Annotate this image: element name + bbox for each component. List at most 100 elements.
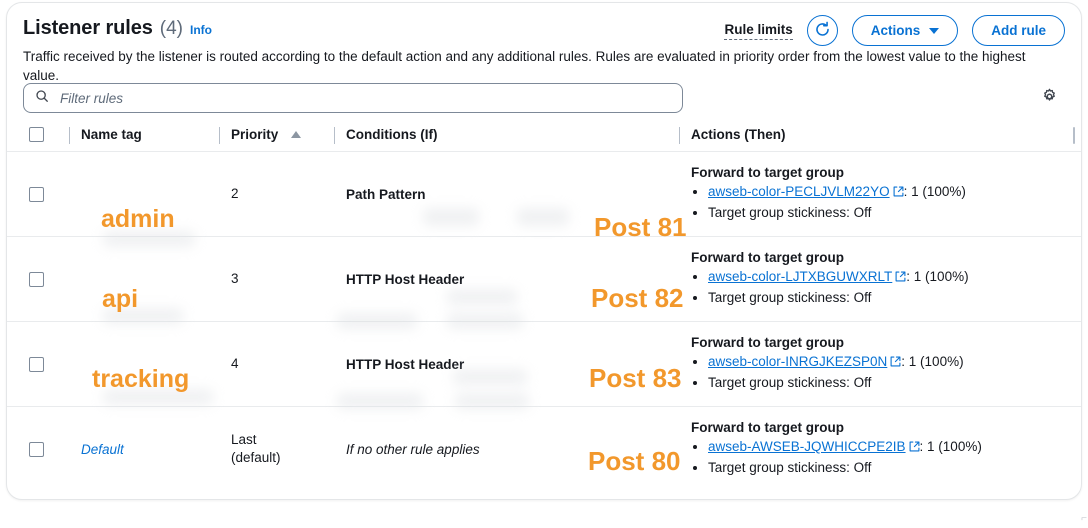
target-group-link[interactable]: awseb-color-INRGJKEZSP0N [708,354,887,369]
action-list: awseb-color-PECLJVLM22YO : 1 (100%) Targe… [691,182,1081,223]
cell-priority: 2 [231,151,346,237]
add-rule-button[interactable]: Add rule [972,15,1065,46]
target-group-link[interactable]: awseb-AWSEB-JQWHICCPE2IB [708,439,906,454]
column-header-actions[interactable]: Actions (Then) [679,127,1081,152]
column-divider [69,127,70,144]
actions-button-label: Actions [870,23,921,38]
row-select-cell [7,407,81,492]
action-title: Forward to target group [691,420,844,435]
actions-button[interactable]: Actions [851,15,959,46]
search-input[interactable] [58,89,671,107]
row-select-cell [7,321,81,407]
cell-name-tag: Default [81,407,231,492]
info-link[interactable]: Info [190,23,212,37]
cell-conditions: If no other rule applies [346,407,691,492]
screen: Listener rules (4) Info Traffic received… [0,0,1088,528]
target-weight: : 1 (100%) [919,439,982,454]
column-header-actions-label: Actions (Then) [691,127,786,142]
preferences-gear-icon[interactable] [1039,86,1059,106]
column-header-conditions-label: Conditions (If) [346,127,438,142]
table-row: tracking 4 HTTP Host Header Forward to t… [7,321,1081,407]
target-group-link[interactable]: awseb-color-LJTXBGUWXRLT [708,269,892,284]
row-checkbox[interactable] [29,441,44,457]
external-link-icon [890,353,901,373]
cell-conditions: Path Pattern [346,151,691,237]
priority-value: 3 [231,271,239,286]
rule-limits-link[interactable]: Rule limits [724,22,793,40]
action-stickiness-item: Target group stickiness: Off [708,288,1081,308]
priority-value: 4 [231,356,239,371]
action-target-group-item: awseb-AWSEB-JQWHICCPE2IB : 1 (100%) [708,437,1081,458]
column-header-priority-label: Priority [231,127,279,142]
row-select-cell [7,236,81,322]
cell-conditions: HTTP Host Header [346,236,691,322]
cell-actions: Forward to target group awseb-color-PECL… [691,151,1081,237]
table-row: api 3 HTTP Host Header Forward to target… [7,236,1081,322]
column-divider [334,127,335,144]
conditions-value: HTTP Host Header [346,271,465,287]
cell-actions: Forward to target group awseb-color-INRG… [691,321,1081,407]
cell-priority: 3 [231,236,346,322]
action-stickiness-item: Target group stickiness: Off [708,373,1081,393]
table-head: Name tag Priority Conditions (If) Action… [7,127,1081,152]
sort-ascending-icon [291,131,302,138]
conditions-value: If no other rule applies [346,441,480,457]
table-row: Default Last (default) If no other rule … [7,407,1081,492]
action-stickiness-item: Target group stickiness: Off [708,203,1081,223]
row-select-cell [7,151,81,237]
row-checkbox[interactable] [29,356,44,372]
column-header-name-tag-label: Name tag [81,127,142,142]
cell-priority: Last (default) [231,407,346,492]
column-header-name-tag[interactable]: Name tag [69,127,231,152]
cell-actions: Forward to target group awseb-color-LJTX… [691,236,1081,322]
column-resize-handle[interactable] [1073,127,1075,144]
chevron-down-icon [929,27,940,34]
cell-name-tag: admin [81,151,231,237]
conditions-value: HTTP Host Header [346,356,465,372]
target-group-link[interactable]: awseb-color-PECLJVLM22YO [708,184,890,199]
row-checkbox[interactable] [29,186,44,202]
table-body: admin 2 Path Pattern Forward to target g… [7,151,1081,492]
listener-rules-panel: Listener rules (4) Info Traffic received… [6,2,1082,500]
table-row: admin 2 Path Pattern Forward to target g… [7,151,1081,237]
action-list: awseb-AWSEB-JQWHICCPE2IB : 1 (100%) Targe… [691,437,1081,478]
target-weight: : 1 (100%) [903,184,966,199]
listener-rules-table: Name tag Priority Conditions (If) Action… [7,127,1081,491]
panel-description: Traffic received by the listener is rout… [23,49,1026,83]
target-weight: : 1 (100%) [901,354,964,369]
action-title: Forward to target group [691,250,844,265]
external-link-icon [909,438,920,458]
action-target-group-item: awseb-color-LJTXBGUWXRLT: 1 (100%) [708,267,1081,288]
external-link-icon [893,183,904,203]
priority-value: 2 [231,186,239,201]
page-title-text: Listener rules [23,17,153,39]
external-link-icon [895,268,906,288]
cell-actions: Forward to target group awseb-AWSEB-JQWH… [691,407,1081,492]
cell-priority: 4 [231,321,346,407]
panel-header: Listener rules (4) Info Traffic received… [7,3,1081,83]
name-tag-default-link[interactable]: Default [81,442,124,457]
priority-value-line1: Last [231,432,257,447]
action-title: Forward to target group [691,335,844,350]
row-checkbox[interactable] [29,271,44,287]
table-header-row: Name tag Priority Conditions (If) Action… [7,127,1081,152]
cell-name-tag: api [81,236,231,322]
add-rule-button-label: Add rule [991,23,1046,38]
conditions-value: Path Pattern [346,186,426,202]
action-target-group-item: awseb-color-INRGJKEZSP0N : 1 (100%) [708,352,1081,373]
column-divider [679,127,680,144]
refresh-button[interactable] [806,15,838,46]
action-stickiness-item: Target group stickiness: Off [708,458,1081,478]
filter-rules-box[interactable] [23,83,683,113]
select-all-checkbox[interactable] [29,127,44,142]
priority-value-line2: (default) [231,450,281,465]
column-divider [219,127,220,144]
action-target-group-item: awseb-color-PECLJVLM22YO : 1 (100%) [708,182,1081,203]
action-list: awseb-color-INRGJKEZSP0N : 1 (100%) Targe… [691,352,1081,393]
column-header-conditions[interactable]: Conditions (If) [334,127,691,152]
header-actions: Rule limits Actions Add rule [724,15,1065,46]
column-header-priority[interactable]: Priority [219,127,346,152]
cell-name-tag: tracking [81,321,231,407]
edge-artifact: ⌐ [1081,513,1087,524]
rules-count: (4) [159,18,183,39]
